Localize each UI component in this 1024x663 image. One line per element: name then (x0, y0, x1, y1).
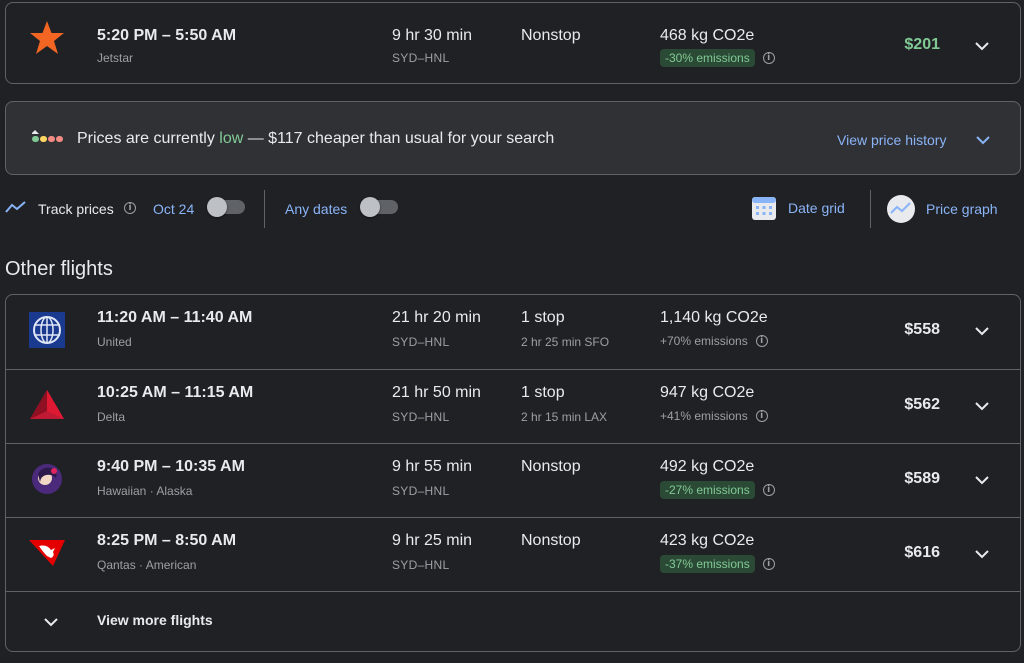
flight-price: $562 (904, 396, 940, 413)
hawaiian-pualani-logo (28, 460, 66, 498)
track-date-toggle[interactable] (207, 197, 245, 217)
insight-suffix: — $117 cheaper than usual for your searc… (243, 130, 555, 147)
date-grid-label: Date grid (788, 200, 845, 216)
airline-name: United (97, 335, 132, 349)
track-prices-label: Track prices (38, 201, 114, 217)
track-date: Oct 24 (153, 201, 195, 217)
flight-times: 10:25 AM – 11:15 AM (97, 384, 254, 401)
flight-price: $558 (904, 321, 940, 338)
price-graph-button[interactable]: Price graph (886, 194, 998, 224)
layover-info: 2 hr 15 min LAX (521, 410, 608, 424)
flight-times: 8:25 PM – 8:50 AM (97, 532, 237, 549)
emissions-badge: -27% emissions (660, 481, 755, 499)
price-level-bars-icon (32, 130, 63, 142)
flight-row-delta[interactable]: 10:25 AM – 11:15 AM Delta 21 hr 50 min S… (6, 369, 1020, 443)
flight-stops: Nonstop (521, 27, 581, 44)
flight-route: SYD–HNL (392, 51, 450, 65)
chevron-down-icon[interactable] (974, 323, 990, 339)
price-insight-text: Prices are currently low — $117 cheaper … (77, 130, 554, 148)
info-icon[interactable]: i (762, 52, 775, 64)
emissions-badge: -37% emissions (660, 555, 755, 573)
divider (870, 190, 871, 228)
co2-amount: 423 kg CO2e (660, 532, 755, 549)
chevron-down-icon[interactable] (974, 398, 990, 414)
co2-amount: 1,140 kg CO2e (660, 309, 768, 326)
info-icon[interactable]: i (762, 484, 775, 496)
price-insight-banner: Prices are currently low — $117 cheaper … (5, 101, 1021, 175)
flight-price: $201 (904, 36, 940, 53)
emissions-label: +70% emissions (660, 334, 748, 348)
flight-route: SYD–HNL (392, 558, 450, 572)
airline-name: Hawaiian · Alaska (97, 484, 193, 498)
flight-stops: 1 stop (521, 384, 565, 401)
flight-stops: Nonstop (521, 458, 581, 475)
co2-amount: 492 kg CO2e (660, 458, 755, 475)
airline-name: Delta (97, 410, 126, 424)
flight-row-qantas[interactable]: 8:25 PM – 8:50 AM Qantas · American 9 hr… (6, 517, 1020, 591)
chevron-down-icon (44, 614, 60, 630)
view-more-flights-label: View more flights (97, 612, 213, 628)
qantas-kangaroo-logo (28, 534, 66, 572)
price-graph-icon (887, 195, 915, 223)
flight-times: 5:20 PM – 5:50 AM (97, 27, 237, 44)
jetstar-star-logo (28, 19, 66, 57)
info-icon[interactable]: i (762, 558, 775, 570)
flight-duration: 9 hr 30 min (392, 27, 473, 44)
flight-price: $589 (904, 470, 940, 487)
emissions-badge: -30% emissions (660, 49, 755, 67)
info-icon[interactable]: i (755, 335, 768, 347)
united-globe-logo (28, 311, 66, 349)
flight-duration: 21 hr 20 min (392, 309, 481, 326)
view-more-flights-button[interactable]: View more flights (6, 591, 1020, 651)
layover-info: 2 hr 25 min SFO (521, 335, 610, 349)
flight-stops: Nonstop (521, 532, 581, 549)
other-flights-list: 11:20 AM – 11:40 AM United 21 hr 20 min … (5, 294, 1021, 652)
trend-line-icon (5, 201, 26, 213)
divider (264, 190, 265, 228)
info-icon[interactable]: i (755, 410, 768, 422)
any-dates-label: Any dates (285, 201, 348, 217)
info-icon[interactable]: i (124, 202, 136, 214)
co2-amount: 468 kg CO2e (660, 27, 755, 44)
flight-route: SYD–HNL (392, 484, 450, 498)
date-grid-button[interactable]: Date grid (750, 194, 845, 222)
flight-stops: 1 stop (521, 309, 565, 326)
price-tools-bar: Track prices i Oct 24 Any dates Date gri… (0, 186, 1024, 232)
insight-prefix: Prices are currently (77, 130, 220, 147)
chevron-down-icon[interactable] (976, 132, 992, 148)
flight-row-united[interactable]: 11:20 AM – 11:40 AM United 21 hr 20 min … (6, 295, 1020, 369)
view-price-history-link[interactable]: View price history (837, 132, 946, 148)
other-flights-heading: Other flights (5, 258, 113, 280)
delta-triangle-logo (28, 386, 66, 424)
co2-amount: 947 kg CO2e (660, 384, 755, 401)
airline-name: Jetstar (97, 51, 134, 65)
flight-route: SYD–HNL (392, 335, 450, 349)
calendar-grid-icon (752, 197, 776, 220)
chevron-down-icon[interactable] (974, 38, 990, 54)
flight-duration: 21 hr 50 min (392, 384, 481, 401)
flight-row-jetstar[interactable]: 5:20 PM – 5:50 AM Jetstar 9 hr 30 min SY… (6, 3, 1020, 83)
price-graph-label: Price graph (926, 201, 998, 217)
airline-name: Qantas · American (97, 558, 197, 572)
emissions-label: +41% emissions (660, 409, 748, 423)
any-dates-toggle[interactable] (360, 197, 398, 217)
flight-row-hawaiian[interactable]: 9:40 PM – 10:35 AM Hawaiian · Alaska 9 h… (6, 443, 1020, 517)
flight-times: 11:20 AM – 11:40 AM (97, 309, 253, 326)
flight-duration: 9 hr 25 min (392, 532, 473, 549)
best-flight-card[interactable]: 5:20 PM – 5:50 AM Jetstar 9 hr 30 min SY… (5, 2, 1021, 84)
chevron-down-icon[interactable] (974, 546, 990, 562)
chevron-down-icon[interactable] (974, 472, 990, 488)
flight-times: 9:40 PM – 10:35 AM (97, 458, 245, 475)
flight-duration: 9 hr 55 min (392, 458, 473, 475)
price-level: low (219, 130, 244, 147)
flight-price: $616 (904, 544, 940, 561)
flight-route: SYD–HNL (392, 410, 450, 424)
